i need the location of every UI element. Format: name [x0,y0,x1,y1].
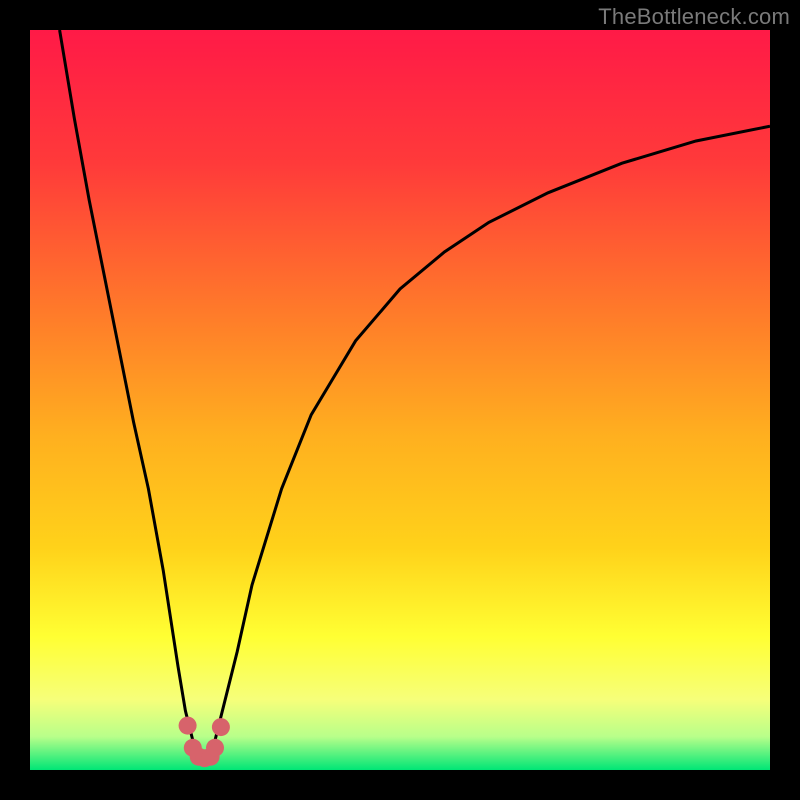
plot-area [30,30,770,770]
gradient-background [30,30,770,770]
chart-frame: TheBottleneck.com [0,0,800,800]
watermark-text: TheBottleneck.com [598,4,790,30]
valley-marker [179,717,197,735]
valley-marker [212,718,230,736]
chart-svg [30,30,770,770]
valley-marker [206,739,224,757]
